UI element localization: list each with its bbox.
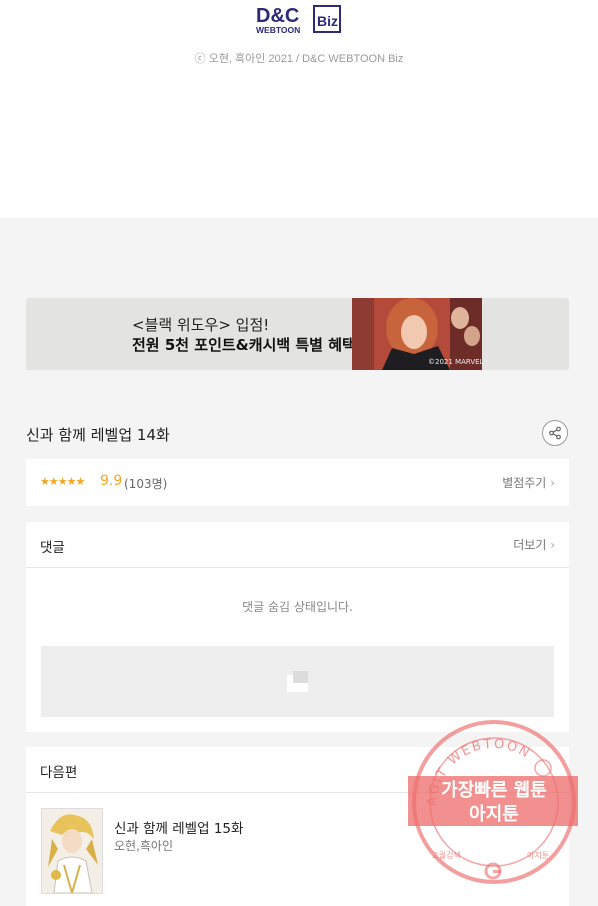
divider: [26, 567, 569, 568]
comments-heading: 댓글: [40, 540, 65, 556]
rating-count: (103명): [124, 477, 168, 491]
logo-webtoon-text: WEBTOON: [256, 25, 300, 35]
rate-button[interactable]: 별점주기 ›: [502, 474, 555, 491]
logo-biz-text: Biz: [317, 13, 338, 29]
banner-credit: ©2021 MARVEL: [428, 358, 484, 366]
logo-dc-text: D&C: [256, 5, 299, 27]
chevron-right-icon: ›: [550, 476, 555, 490]
rating-card: ★★★★★ 9.9 (103명) 별점주기 ›: [26, 459, 569, 506]
episode-title: 신과 함께 레벨업 14화: [26, 426, 170, 444]
comments-more-button[interactable]: 더보기 ›: [513, 536, 555, 553]
watermark-stamp: AGIT WEBTOON 가장빠른 웹툰 아지툰 고퀄검색 아지툰: [408, 720, 578, 884]
rating-score: 9.9: [100, 473, 123, 489]
chevron-right-icon: ›: [550, 538, 555, 552]
header-area: D&C WEBTOON Biz ⓒ 오현, 흑아인 2021 / D&C WEB…: [0, 0, 598, 218]
episode-thumbnail-image: [42, 809, 102, 893]
stamp-line1: 가장빠른 웹툰: [441, 780, 547, 801]
share-button[interactable]: [542, 420, 568, 446]
next-episode-title[interactable]: 신과 함께 레벨업 15화: [114, 817, 243, 837]
banner-line2: 전원 5천 포인트&캐시백 특별 혜택: [132, 336, 356, 354]
stamp-bottom-left: 고퀄검색: [431, 850, 460, 860]
next-episode-heading: 다음편: [40, 765, 78, 781]
stamp-line2: 아지툰: [469, 804, 519, 825]
banner-line1: <블랙 위도우> 입점!: [132, 316, 270, 334]
next-episode-thumbnail[interactable]: [41, 808, 103, 894]
rate-button-label: 별점주기: [502, 476, 547, 490]
copyright-text: ⓒ 오현, 흑아인 2021 / D&C WEBTOON Biz: [194, 53, 404, 65]
stamp-bottom-right: 아지툰: [527, 850, 549, 860]
share-icon: [549, 426, 561, 440]
dc-webtoon-biz-logo: D&C WEBTOON Biz: [256, 5, 341, 35]
promo-banner[interactable]: <블랙 위도우> 입점! 전원 5천 포인트&캐시백 특별 혜택 ©2021 M…: [26, 298, 569, 370]
comments-hidden-message: 댓글 숨김 상태입니다.: [242, 600, 353, 614]
star-rating-icons: ★★★★★: [40, 475, 85, 488]
comments-section: 댓글 더보기 › 댓글 숨김 상태입니다.: [26, 522, 569, 732]
ad-placeholder-icon: [287, 671, 308, 692]
comments-more-label: 더보기: [513, 538, 547, 552]
next-episode-author: 오현,흑아인: [114, 839, 174, 853]
ad-placeholder[interactable]: [41, 646, 554, 717]
